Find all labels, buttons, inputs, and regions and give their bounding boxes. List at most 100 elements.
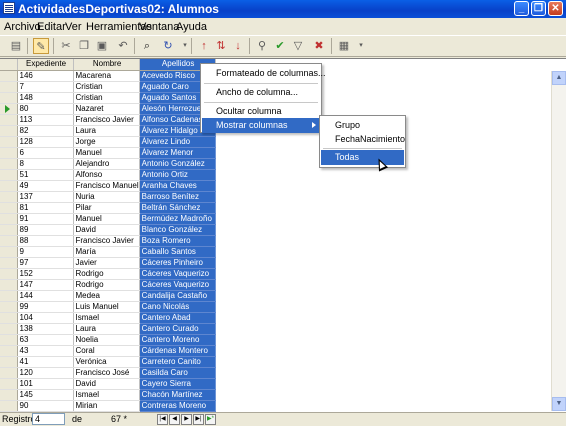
row-selector[interactable] (0, 367, 18, 379)
cell-expediente[interactable]: 113 (17, 114, 74, 126)
cell-apellidos[interactable]: Candalija Castaño (139, 290, 216, 302)
find-icon[interactable]: ⌕ (139, 38, 155, 54)
row-selector[interactable] (0, 213, 18, 225)
row-selector[interactable] (0, 334, 18, 346)
row-selector[interactable] (0, 224, 18, 236)
cell-nombre[interactable]: Francisco Manuel (73, 180, 140, 192)
last-record-icon[interactable]: ▶| (193, 414, 204, 425)
table-row[interactable]: 137 Nuria Barroso Benítez (0, 191, 216, 203)
cell-expediente[interactable]: 51 (17, 169, 74, 181)
cell-expediente[interactable]: 120 (17, 367, 74, 379)
paste-icon[interactable]: ▣ (94, 38, 110, 54)
cell-apellidos[interactable]: Contreras Moreno (139, 400, 216, 412)
cell-apellidos[interactable]: Caballo Santos (139, 246, 216, 258)
row-selector[interactable] (0, 290, 18, 302)
remove-filter-icon[interactable]: ✖ (311, 38, 327, 54)
cell-expediente[interactable]: 146 (17, 70, 74, 82)
scroll-up-button[interactable]: ▲ (552, 71, 566, 85)
table-row[interactable]: 147 Rodrigo Cáceres Vaquerizo (0, 279, 216, 291)
cell-nombre[interactable]: Alejandro (73, 158, 140, 170)
menu-editar[interactable]: Editar (37, 21, 66, 33)
table-row[interactable]: 144 Medea Candalija Castaño (0, 290, 216, 302)
cell-expediente[interactable]: 152 (17, 268, 74, 280)
menu-ver[interactable]: Ver (65, 21, 82, 33)
table-row[interactable]: 99 Luis Manuel Cano Nicolás (0, 301, 216, 313)
menu-item-formateado-columnas[interactable]: Formateado de columnas... (202, 66, 326, 81)
row-selector[interactable] (0, 70, 18, 82)
cell-nombre[interactable]: Jorge (73, 136, 140, 148)
cell-apellidos[interactable]: Cano Nicolás (139, 301, 216, 313)
cell-nombre[interactable]: María (73, 246, 140, 258)
table-row[interactable]: 82 Laura Álvarez Hidalgo (0, 125, 216, 137)
cell-nombre[interactable]: Francisco Javier (73, 235, 140, 247)
cell-expediente[interactable]: 147 (17, 279, 74, 291)
edit-mode-icon[interactable]: ✎ (33, 38, 49, 54)
cell-expediente[interactable]: 80 (17, 103, 74, 115)
cut-icon[interactable]: ✂ (58, 38, 74, 54)
cell-expediente[interactable]: 99 (17, 301, 74, 313)
table-row[interactable]: 81 Pilar Beltrán Sánchez (0, 202, 216, 214)
table-row[interactable]: 97 Javier Cáceres Pinheiro (0, 257, 216, 269)
cell-apellidos[interactable]: Cáceres Vaquerizo (139, 279, 216, 291)
cell-apellidos[interactable]: Chacón Martínez (139, 389, 216, 401)
row-selector[interactable] (0, 257, 18, 269)
cell-nombre[interactable]: Javier (73, 257, 140, 269)
cell-nombre[interactable]: Francisco Javier (73, 114, 140, 126)
cell-expediente[interactable]: 88 (17, 235, 74, 247)
table-row[interactable]: 80 Nazaret Alesón Herrezuelo (0, 103, 216, 115)
row-selector[interactable] (0, 103, 18, 115)
row-selector[interactable] (0, 92, 18, 104)
table-row[interactable]: 146 Macarena Acevedo Risco (0, 70, 216, 82)
cell-expediente[interactable]: 43 (17, 345, 74, 357)
cell-nombre[interactable]: Ismael (73, 389, 140, 401)
menu-item-ocultar-columna[interactable]: Ocultar columna (202, 104, 320, 119)
row-selector[interactable] (0, 191, 18, 203)
row-selector[interactable] (0, 147, 18, 159)
apply-filter-icon[interactable]: ✔ (272, 38, 288, 54)
cell-expediente[interactable]: 101 (17, 378, 74, 390)
cell-apellidos[interactable]: Bermúdez Madroño (139, 213, 216, 225)
cell-apellidos[interactable]: Cáceres Vaquerizo (139, 268, 216, 280)
autofilter-icon[interactable]: ⚲ (254, 38, 270, 54)
sort-asc-icon[interactable]: ↑ (196, 38, 212, 54)
cell-expediente[interactable]: 41 (17, 356, 74, 368)
row-selector[interactable] (0, 158, 18, 170)
table-row[interactable]: 145 Ismael Chacón Martínez (0, 389, 216, 401)
row-selector[interactable] (0, 345, 18, 357)
cell-nombre[interactable]: Ismael (73, 312, 140, 324)
undo-icon[interactable]: ↶ (115, 38, 131, 54)
table-row[interactable]: 63 Noelia Cantero Moreno (0, 334, 216, 346)
table-row[interactable]: 8 Alejandro Antonio González (0, 158, 216, 170)
previous-record-icon[interactable]: ◀ (169, 414, 180, 425)
table-row[interactable]: 148 Cristian Aguado Santos (0, 92, 216, 104)
toolbar-overflow-icon[interactable]: ▾ (353, 38, 369, 54)
cell-nombre[interactable]: Macarena (73, 70, 140, 82)
row-selector[interactable] (0, 312, 18, 324)
table-row[interactable]: 89 David Blanco González (0, 224, 216, 236)
cell-expediente[interactable]: 145 (17, 389, 74, 401)
row-selector[interactable] (0, 125, 18, 137)
edit-file-icon[interactable]: ▤ (8, 38, 24, 54)
table-row[interactable]: 138 Laura Cantero Curado (0, 323, 216, 335)
cell-expediente[interactable]: 49 (17, 180, 74, 192)
table-row[interactable]: 91 Manuel Bermúdez Madroño (0, 213, 216, 225)
minimize-button[interactable]: _ (514, 1, 529, 16)
cell-nombre[interactable]: Laura (73, 125, 140, 137)
cell-expediente[interactable]: 6 (17, 147, 74, 159)
cell-apellidos[interactable]: Cantero Curado (139, 323, 216, 335)
data-to-text-icon[interactable]: ▦ (336, 38, 352, 54)
cell-expediente[interactable]: 148 (17, 92, 74, 104)
row-selector[interactable] (0, 323, 18, 335)
cell-nombre[interactable]: Coral (73, 345, 140, 357)
table-row[interactable]: 43 Coral Cárdenas Montero (0, 345, 216, 357)
cell-expediente[interactable]: 137 (17, 191, 74, 203)
cell-nombre[interactable]: Nuria (73, 191, 140, 203)
cell-expediente[interactable]: 63 (17, 334, 74, 346)
cell-nombre[interactable]: Francisco José (73, 367, 140, 379)
row-selector[interactable] (0, 400, 18, 412)
refresh-icon[interactable]: ↻ (160, 38, 176, 54)
cell-nombre[interactable]: Noelia (73, 334, 140, 346)
menu-ventana[interactable]: Ventana (139, 21, 179, 33)
table-row[interactable]: 113 Francisco Javier Alfonso Cadenas (0, 114, 216, 126)
menu-ayuda[interactable]: Ayuda (176, 21, 207, 33)
